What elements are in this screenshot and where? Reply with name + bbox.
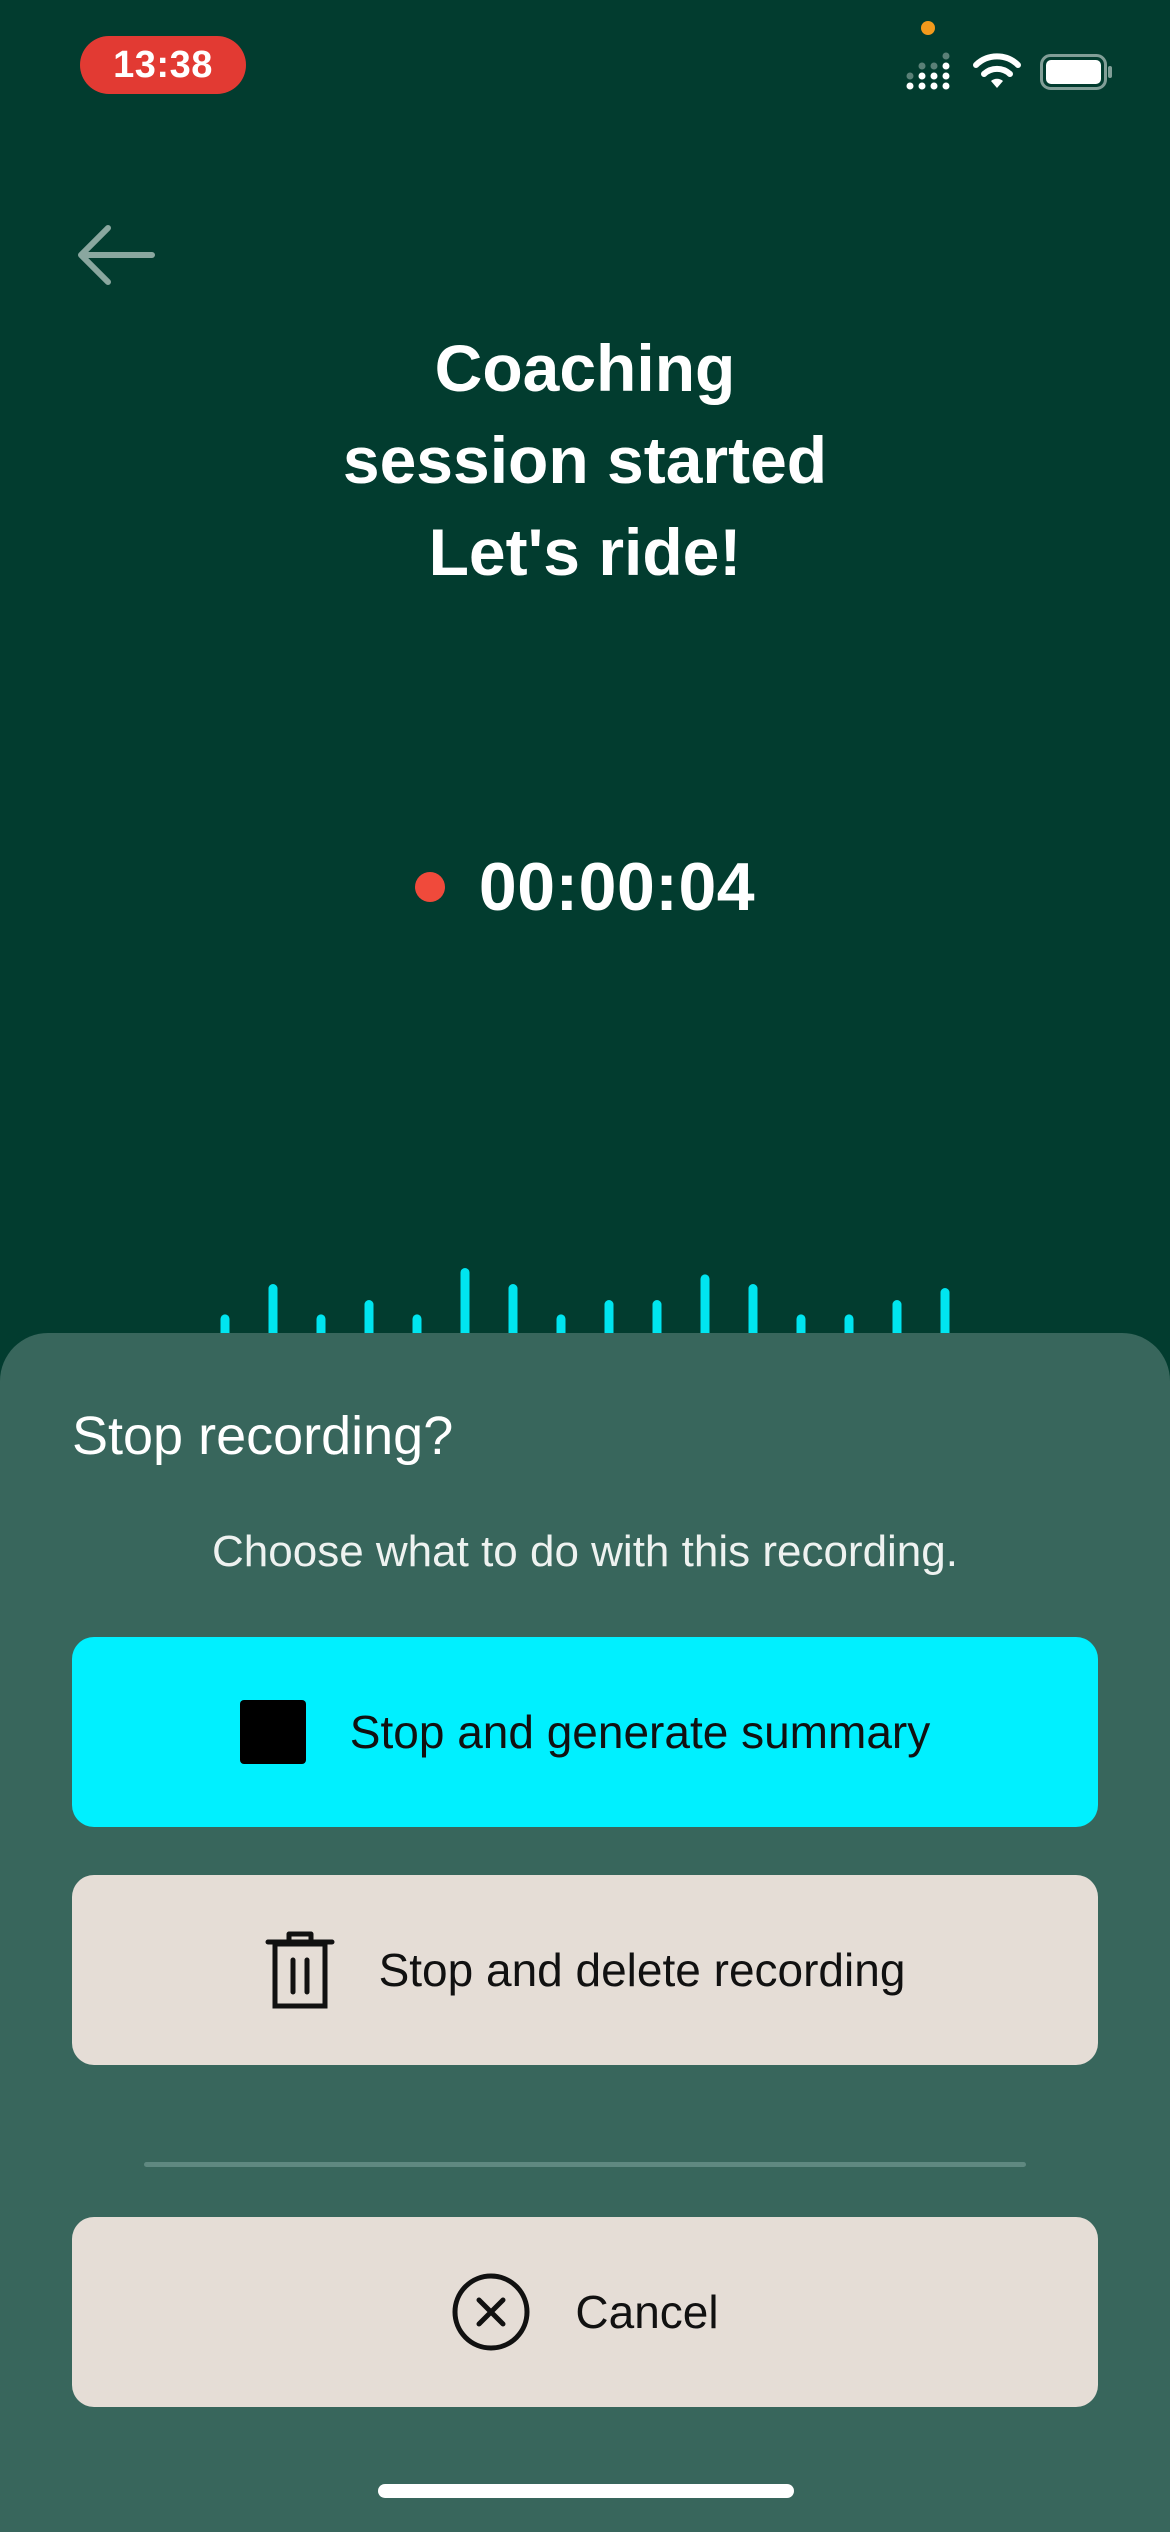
stop-and-generate-summary-button[interactable]: Stop and generate summary: [72, 1637, 1098, 1827]
home-indicator: [378, 2484, 794, 2498]
battery-icon: [1040, 54, 1112, 90]
trash-icon: [265, 1931, 335, 2009]
back-button[interactable]: [60, 210, 170, 300]
waveform-bar: [508, 1284, 518, 1340]
waveform-bar: [268, 1284, 278, 1340]
status-time: 13:38: [80, 36, 246, 94]
cancel-button[interactable]: Cancel: [72, 2217, 1098, 2407]
audio-waveform: [220, 1268, 950, 1340]
waveform-bar: [748, 1284, 758, 1340]
title-line: Coaching: [434, 331, 736, 405]
stop-and-delete-recording-button[interactable]: Stop and delete recording: [72, 1875, 1098, 2065]
waveform-bar: [460, 1268, 470, 1340]
sheet-title: Stop recording?: [72, 1406, 454, 1466]
waveform-bar: [700, 1274, 710, 1340]
page-title: Coaching session started Let's ride!: [0, 322, 1170, 598]
title-line: session started: [342, 423, 828, 497]
recording-dot-icon: [414, 872, 445, 902]
close-circle-icon: [452, 2273, 530, 2351]
sheet-subtitle: Choose what to do with this recording.: [212, 1527, 958, 1576]
timer-value: 00:00:04: [478, 849, 756, 925]
stop-recording-sheet: Stop recording? Choose what to do with t…: [0, 1333, 1170, 2532]
button-label: Stop and generate summary: [349, 1706, 931, 1758]
button-label: Stop and delete recording: [378, 1944, 906, 1996]
cellular-signal-icon: [906, 52, 950, 90]
arrow-left-icon: [78, 225, 155, 285]
title-line: Let's ride!: [428, 515, 742, 589]
recording-timer: 00:00:04: [0, 848, 1170, 926]
recording-screen: 13:38 Coaching session started Let's rid…: [0, 0, 1170, 2532]
divider: [144, 2162, 1026, 2167]
status-bar: 13:38: [0, 0, 1170, 140]
wifi-icon: [973, 53, 1021, 88]
microphone-in-use-indicator: [921, 21, 935, 35]
button-label: Cancel: [575, 2286, 719, 2338]
stop-icon: [239, 1700, 306, 1764]
